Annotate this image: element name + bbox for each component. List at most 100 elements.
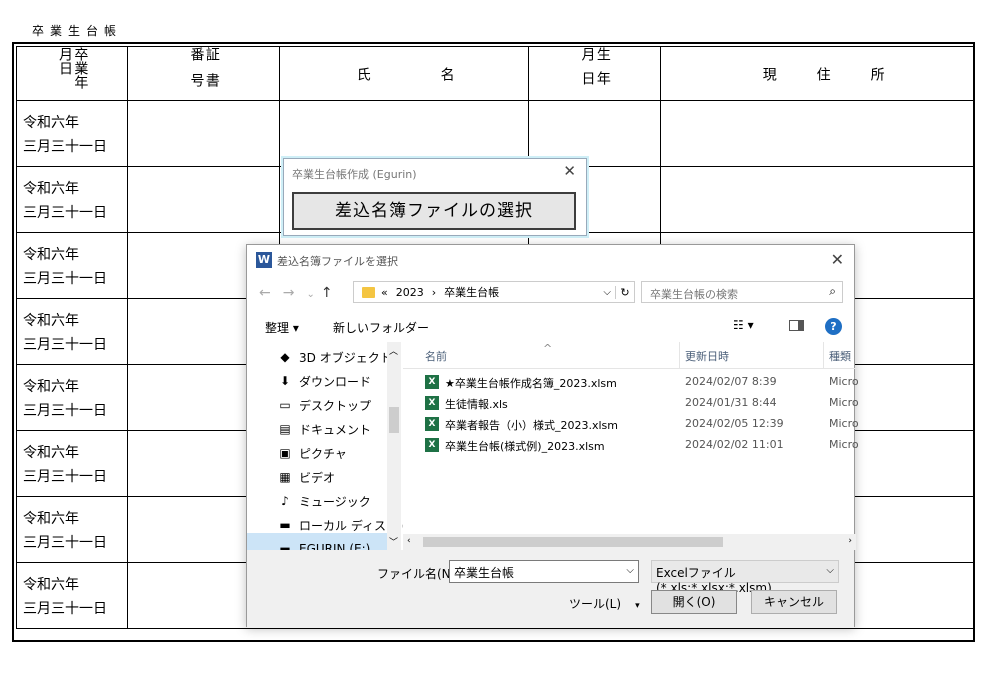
file-modified: 2024/02/02 11:01 [685, 438, 784, 451]
header-address-1: 現 [760, 66, 777, 81]
small-dialog-close-icon[interactable]: ✕ [563, 162, 576, 180]
file-row[interactable]: X 卒業生台帳(様式例)_2023.xlsm 2024/02/02 11:01 Mic… [403, 435, 859, 456]
select-roster-button[interactable]: 差込名簿ファイルの選択 [292, 192, 576, 230]
name-cell[interactable] [279, 100, 529, 167]
column-type[interactable]: 種類 [829, 348, 851, 364]
cert-no-cell[interactable] [127, 166, 280, 233]
search-input[interactable]: 卒業生台帳の検索 ⌕ [641, 281, 843, 303]
grad-date-line2: 三月三十一日 [23, 138, 107, 155]
grad-date-line1: 令和六年 [23, 378, 79, 395]
nav-item-label: EGURIN (E:) [299, 542, 371, 550]
file-row[interactable]: X 生徒情報.xls 2024/01/31 8:44 Micro [403, 393, 859, 414]
address-cell[interactable] [660, 166, 974, 233]
refresh-icon[interactable]: ↻ [615, 285, 634, 299]
header-birth-text: 生年月日 [579, 47, 611, 95]
forward-arrow-icon[interactable]: → [283, 285, 295, 301]
dialog-close-icon[interactable]: ✕ [831, 250, 844, 269]
grad-date-line2: 三月三十一日 [23, 600, 107, 617]
navigation-pane: ◆ 3D オブジェクト ⬇ ダウンロード ▭ デスクトップ ▤ ドキュメント ▣ ピクチャ ▦ ビデオ… [247, 342, 403, 550]
breadcrumb: « 2023 › 卒業生台帳 [381, 284, 507, 300]
organize-button[interactable]: 整理 ▾ [265, 319, 299, 336]
nav-item[interactable]: ▦ ビデオ [277, 466, 335, 488]
new-folder-button[interactable]: 新しいフォルダー [333, 319, 429, 336]
scroll-right-icon[interactable]: › [848, 536, 852, 546]
filetype-select[interactable]: Excelファイル (*.xls;*.xlsx;*.xlsm) ⌵ [651, 560, 839, 595]
filename-value: 卒業生台帳 [454, 566, 515, 580]
recent-dropdown-icon[interactable]: ⌄ [306, 289, 314, 300]
scroll-up-icon[interactable]: ︿ [389, 344, 398, 357]
filetype-dropdown-icon[interactable]: ⌵ [826, 565, 834, 576]
nav-item[interactable]: ♪ ミュージック [277, 490, 371, 512]
nav-buttons: ← → ⌄ ↑ [259, 285, 345, 301]
document-title: 卒業生台帳 [32, 24, 123, 38]
cancel-button[interactable]: キャンセル [751, 590, 837, 614]
excel-file-icon: X [425, 438, 439, 452]
nav-item[interactable]: ◆ 3D オブジェクト [277, 346, 391, 368]
column-separator[interactable] [679, 342, 680, 368]
search-placeholder: 卒業生台帳の検索 [650, 288, 738, 301]
column-separator[interactable] [823, 342, 824, 368]
file-row[interactable]: X 卒業者報告（小）様式_2023.xlsm 2024/02/05 12:39 Mic… [403, 414, 859, 435]
scroll-left-icon[interactable]: ‹ [407, 536, 411, 546]
nav-scroll-thumb[interactable] [389, 407, 399, 433]
address-dropdown-icon[interactable]: ⌵ [603, 287, 611, 298]
hscroll-thumb[interactable] [423, 537, 723, 547]
tools-label: ツール(L) [569, 597, 622, 611]
nav-scrollbar[interactable]: ︿ ﹀ [387, 342, 401, 550]
search-icon[interactable]: ⌕ [829, 284, 836, 299]
header-name-2: 名 [438, 66, 455, 81]
back-arrow-icon[interactable]: ← [259, 285, 271, 301]
nav-item[interactable]: ▣ ピクチャ [277, 442, 347, 464]
breadcrumb-current[interactable]: 卒業生台帳 [444, 286, 499, 299]
column-name[interactable]: 名前 [425, 348, 447, 364]
breadcrumb-2023[interactable]: 2023 [396, 286, 424, 299]
tools-button[interactable]: ツール(L) ▾ [569, 595, 640, 612]
filename-dropdown-icon[interactable]: ⌵ [626, 565, 634, 576]
download-icon: ⬇ [279, 374, 291, 388]
nav-item[interactable]: ▤ ドキュメント [277, 418, 371, 440]
filename-input[interactable]: 卒業生台帳 ⌵ [449, 560, 639, 583]
address-cell[interactable] [660, 100, 974, 167]
grad-date-line2: 三月三十一日 [23, 534, 107, 551]
nav-item-label: ピクチャ [299, 446, 347, 461]
document-icon: ▤ [279, 422, 291, 436]
filename-label: ファイル名(N): [377, 567, 460, 581]
nav-item[interactable]: ▬ローカル ディスク (C [277, 514, 403, 536]
breadcrumb-sep: › [431, 286, 437, 299]
address-bar[interactable]: « 2023 › 卒業生台帳 ⌵ ↻ [353, 281, 635, 303]
grad-date-cell: 令和六年三月三十一日 [16, 298, 128, 365]
ledger-header-row: 卒業年月日 証書番号 氏名 生年月日 現住所 [16, 46, 974, 101]
grad-date-cell: 令和六年 三月三十一日 [16, 232, 128, 299]
grad-date-cell: 令和六年 三月三十一日 [16, 430, 128, 497]
grad-date-line1: 令和六年 [23, 246, 79, 263]
sort-caret-icon: ^ [543, 342, 553, 355]
column-modified[interactable]: 更新日時 [685, 348, 729, 364]
nav-item-label: ドキュメント [299, 422, 372, 437]
help-icon[interactable]: ? [825, 318, 842, 335]
cert-no-cell[interactable] [127, 100, 280, 167]
scroll-down-icon[interactable]: ﹀ [389, 535, 398, 548]
file-type: Micro [829, 438, 859, 451]
preview-pane-icon[interactable] [789, 320, 804, 331]
nav-item[interactable]: ▬ EGURIN (E:) [277, 538, 370, 550]
file-open-dialog: W 差込名簿ファイルを選択 ✕ ← → ⌄ ↑ « 2023 › 卒業生台帳 ⌵ ↻ 卒業生… [246, 244, 859, 628]
file-row[interactable]: X ★卒業生台帳作成名簿_2023.xlsm 2024/02/07 8:39 Micr… [403, 372, 859, 393]
drive-icon: ▬ [279, 542, 291, 550]
header-birth: 生年月日 [528, 46, 661, 101]
open-button[interactable]: 開く(O) [651, 590, 737, 614]
up-arrow-icon[interactable]: ↑ [321, 285, 333, 301]
birth-cell[interactable] [528, 100, 661, 167]
grad-date-line1: 令和六年 [23, 114, 79, 131]
header-name-1: 氏 [354, 66, 371, 81]
breadcrumb-overflow[interactable]: « [381, 286, 388, 299]
nav-item[interactable]: ▭ デスクトップ [277, 394, 371, 416]
grad-date-line1: 令和六年 [23, 312, 79, 329]
view-options-icon[interactable]: ☷ ▾ [733, 318, 754, 332]
nav-item[interactable]: ⬇ ダウンロード [277, 370, 371, 392]
grad-date-line2: 三月三十一日 [23, 336, 107, 353]
file-list-header: 名前 ^ 更新日時 種類 [403, 342, 856, 369]
file-modified: 2024/02/07 8:39 [685, 375, 777, 388]
dialog-title: 差込名簿ファイルを選択 [277, 255, 398, 268]
file-list-hscrollbar[interactable]: ‹ › [403, 534, 856, 550]
folder-icon [362, 286, 375, 298]
